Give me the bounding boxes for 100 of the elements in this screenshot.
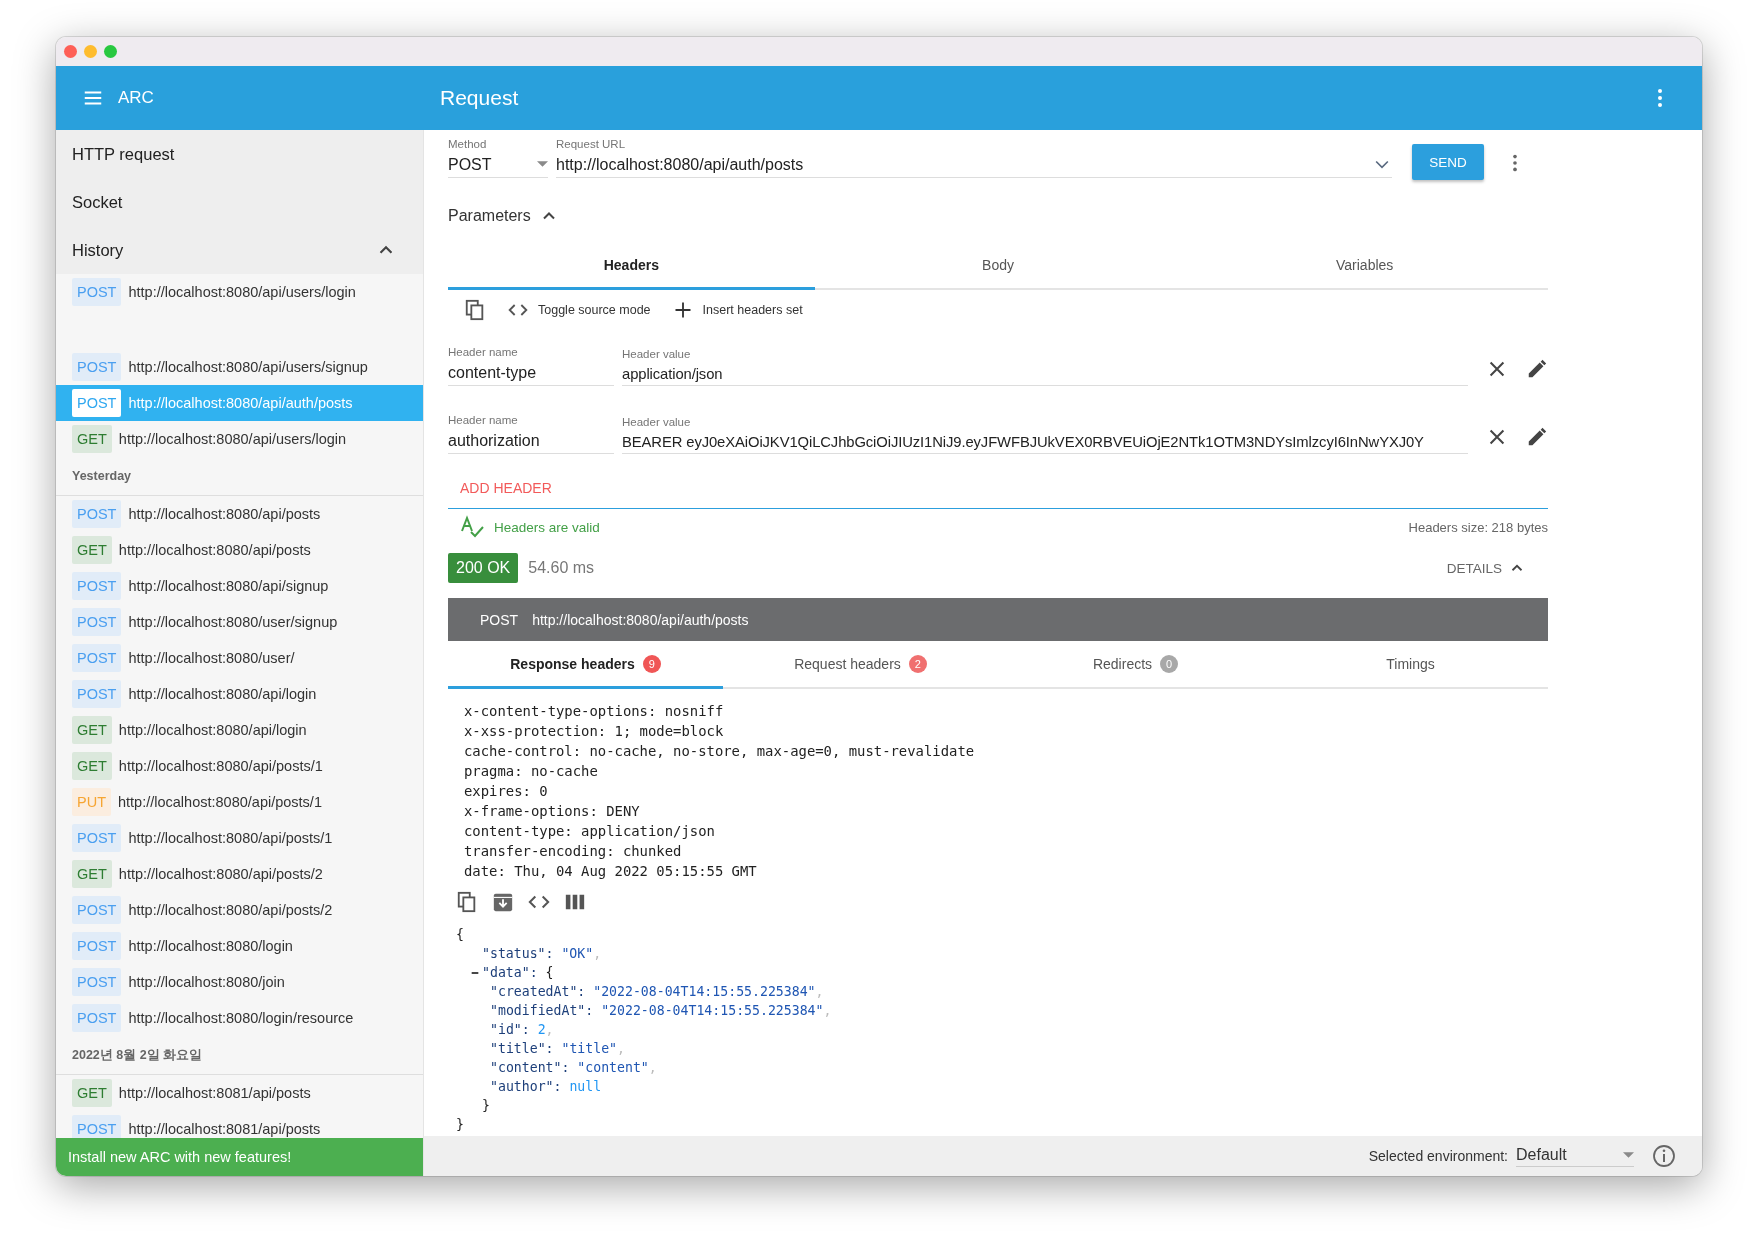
header-line: expires: 0 [464, 782, 549, 801]
details-toggle[interactable]: DETAILS [1440, 558, 1532, 578]
history-item[interactable]: POST http://localhost:8080/api/posts [56, 496, 423, 532]
header-line: x-frame-options: DENY [464, 802, 641, 821]
json-line: "modifiedAt": "2022-08-04T14:15:55.225384", [490, 1002, 832, 1020]
status-code: 200 OK [448, 553, 519, 583]
history-item[interactable]: POST http://localhost:8080/login/resource [56, 1000, 423, 1036]
header-value: application/json [622, 366, 724, 382]
header-line: pragma: no-cache [464, 762, 599, 781]
copy-icon[interactable] [464, 299, 486, 321]
header-line: x-content-type-options: nosniff [464, 702, 725, 721]
method-badge: POST [72, 1004, 122, 1032]
history-url: http://localhost:8080/api/auth/posts [128, 395, 353, 411]
json-line: "id": 2, [490, 1021, 554, 1039]
close-dot[interactable] [64, 45, 77, 58]
history-url: http://localhost:8081/api/posts [128, 1121, 321, 1137]
dropdown-arrow-icon [537, 161, 548, 167]
parameters-toggle[interactable]: Parameters [448, 206, 559, 226]
pencil-icon[interactable] [1526, 358, 1548, 380]
app-name: ARC [118, 88, 154, 108]
method-badge: POST [72, 896, 122, 924]
history-url: http://localhost:8080/api/posts [118, 542, 311, 558]
history-url: http://localhost:8080/api/posts/2 [118, 866, 323, 882]
history-item[interactable]: POST http://localhost:8080/user/signup [56, 604, 423, 640]
environment-dropdown[interactable]: Default [1516, 1145, 1634, 1167]
method-badge: POST [72, 389, 122, 417]
header-value: BEARER eyJ0eXAiOiJKV1QiLCJhbGciOiJIUzI1NiJ9.eyJFWFBJUkVEX0RBVEUiOjE2NTk1OTM3NDYsImlzcyI6InNwYXJ0Y [622, 434, 1425, 450]
history-item[interactable]: GET http://localhost:8080/api/posts [56, 532, 423, 568]
header-value-field[interactable]: Header value application/json [622, 348, 1468, 386]
history-url: http://localhost:8080/user/ [128, 650, 295, 666]
toggle-source-button[interactable]: Toggle source mode [508, 300, 651, 320]
method-badge: PUT [72, 788, 111, 816]
tab[interactable]: Timings [1273, 641, 1548, 689]
method-dropdown[interactable]: Method POST [448, 138, 548, 178]
history-url: http://localhost:8080/api/posts/1 [118, 794, 322, 810]
history-item[interactable]: POST http://localhost:8080/api/signup [56, 568, 423, 604]
tab[interactable]: Response headers 9 [448, 641, 723, 689]
header-name-field[interactable]: Header name content-type [448, 346, 614, 386]
history-item[interactable]: PUT http://localhost:8080/api/posts/1 [56, 784, 423, 820]
validation-message: Headers are valid [494, 519, 601, 535]
parameters-label: Parameters [448, 207, 531, 225]
info-icon[interactable] [1652, 1144, 1676, 1168]
history-header[interactable]: History [56, 226, 423, 274]
history-item[interactable]: POST http://localhost:8080/api/posts/2 [56, 892, 423, 928]
history-url: http://localhost:8080/join [128, 974, 285, 990]
field-label: Header value [622, 348, 692, 360]
method-badge: POST [72, 824, 122, 852]
history-label: History [72, 240, 124, 260]
header-name-field[interactable]: Header name authorization [448, 414, 614, 454]
json-line: } [482, 1097, 490, 1115]
tab[interactable]: Request headers 2 [723, 641, 998, 689]
nav-item[interactable]: Socket [56, 178, 423, 226]
tab[interactable]: Body [814, 243, 1182, 290]
field-label: Header name [448, 414, 519, 426]
field-label: Header value [622, 416, 692, 428]
json-line: } [456, 1116, 464, 1134]
method-badge: GET [72, 1079, 112, 1107]
insert-headers-button[interactable]: Insert headers set [672, 300, 803, 320]
method-badge: GET [72, 536, 112, 564]
history-item[interactable]: GET http://localhost:8080/api/posts/1 [56, 748, 423, 784]
history-item[interactable]: GET http://localhost:8081/api/posts [56, 1075, 423, 1111]
method-badge: GET [72, 716, 112, 744]
method-badge: GET [72, 425, 112, 453]
url-field[interactable]: Request URL http://localhost:8080/api/auth/posts [556, 138, 1392, 178]
header-line: transfer-encoding: chunked [464, 842, 683, 861]
method-badge: POST [72, 680, 122, 708]
method-badge: POST [72, 608, 122, 636]
history-item[interactable]: POST http://localhost:8080/api/posts/1 [56, 820, 423, 856]
tab[interactable]: Variables [1181, 243, 1548, 290]
header-line: content-type: application/json [464, 822, 716, 841]
history-item[interactable]: POST http://localhost:8080/join [56, 964, 423, 1000]
url-value: http://localhost:8080/api/auth/posts [556, 156, 804, 174]
history-item[interactable]: POST http://localhost:8080/api/login [56, 676, 423, 712]
history-item[interactable]: GET http://localhost:8080/api/posts/2 [56, 856, 423, 892]
history-url: http://localhost:8080/api/posts [128, 506, 321, 522]
count-badge: 9 [642, 654, 661, 673]
history-url: http://localhost:8080/api/users/login [118, 431, 347, 447]
method-badge: POST [72, 932, 122, 960]
history-url: http://localhost:8080/login/resource [128, 1010, 354, 1026]
header-value-field[interactable]: Header value BEARER eyJ0eXAiOiJKV1QiLCJhbGciOiJIUzI1NiJ9.eyJFWFBJUkVEX0RBVEUiOjE2NTk1OTM3NDYsImlzcyI6InNwYXJ0Y [622, 416, 1468, 454]
copy-icon[interactable] [456, 891, 478, 913]
json-line: "author": null [490, 1078, 602, 1096]
method-badge: POST [72, 968, 122, 996]
history-url: http://localhost:8080/api/posts/1 [118, 758, 323, 774]
json-line: "title": "title", [490, 1040, 625, 1058]
download-icon[interactable] [492, 891, 514, 913]
history-item[interactable]: GET http://localhost:8080/api/users/login [56, 421, 423, 457]
tab[interactable]: Headers [448, 243, 815, 290]
history-item[interactable]: POST http://localhost:8080/user/ [56, 640, 423, 676]
tab[interactable]: Redirects 0 [998, 641, 1273, 689]
minimize-dot[interactable] [84, 45, 97, 58]
method-badge: POST [72, 353, 122, 381]
zoom-dot[interactable] [104, 45, 117, 58]
pencil-icon[interactable] [1526, 426, 1548, 448]
history-item[interactable]: POST http://localhost:8080/api/users/login [56, 274, 423, 310]
json-line: "data": { [482, 964, 554, 982]
history-item[interactable]: POST http://localhost:8080/api/users/signup [56, 349, 423, 385]
history-item[interactable]: GET http://localhost:8080/api/login [56, 712, 423, 748]
nav-item[interactable]: HTTP request [56, 130, 423, 178]
history-item[interactable]: POST http://localhost:8080/login [56, 928, 423, 964]
